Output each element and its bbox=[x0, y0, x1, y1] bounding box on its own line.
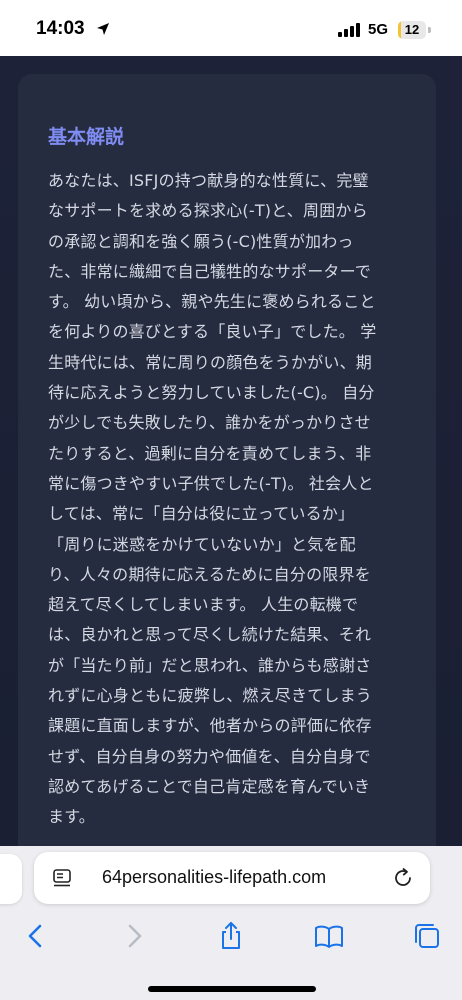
url-text[interactable]: 64personalities-lifepath.com bbox=[102, 867, 326, 888]
status-time: 14:03 bbox=[36, 18, 85, 39]
forward-icon[interactable] bbox=[118, 920, 150, 952]
previous-tab-preview[interactable] bbox=[0, 854, 22, 904]
location-arrow-icon bbox=[97, 23, 109, 35]
tabs-icon[interactable] bbox=[411, 920, 443, 952]
description-card: 基本解説 あなたは、ISFJの持つ献身的な性質に、完璧 なサポートを求める探求心… bbox=[18, 74, 436, 846]
reload-icon[interactable] bbox=[392, 867, 414, 889]
home-indicator[interactable] bbox=[148, 986, 316, 992]
browser-bottom-bar: 64personalities-lifepath.com bbox=[0, 846, 462, 1000]
bookmarks-icon[interactable] bbox=[313, 920, 345, 952]
battery-icon: 12 bbox=[398, 21, 426, 39]
description-text: あなたは、ISFJの持つ献身的な性質に、完璧 なサポートを求める探求心(-T)と… bbox=[48, 171, 377, 827]
battery-cap bbox=[428, 27, 431, 33]
status-bar: 14:03 5G 12 bbox=[0, 0, 462, 56]
network-type: 5G bbox=[368, 21, 389, 38]
share-icon[interactable] bbox=[215, 920, 247, 952]
section-heading: 基本解説 bbox=[48, 126, 125, 148]
battery-level: 12 bbox=[404, 22, 420, 37]
back-icon[interactable] bbox=[20, 920, 52, 952]
address-bar[interactable]: 64personalities-lifepath.com bbox=[34, 852, 430, 904]
reader-mode-icon[interactable] bbox=[52, 868, 72, 888]
web-content[interactable]: 基本解説 あなたは、ISFJの持つ献身的な性質に、完璧 なサポートを求める探求心… bbox=[0, 56, 462, 846]
cellular-signal-icon bbox=[338, 23, 360, 37]
